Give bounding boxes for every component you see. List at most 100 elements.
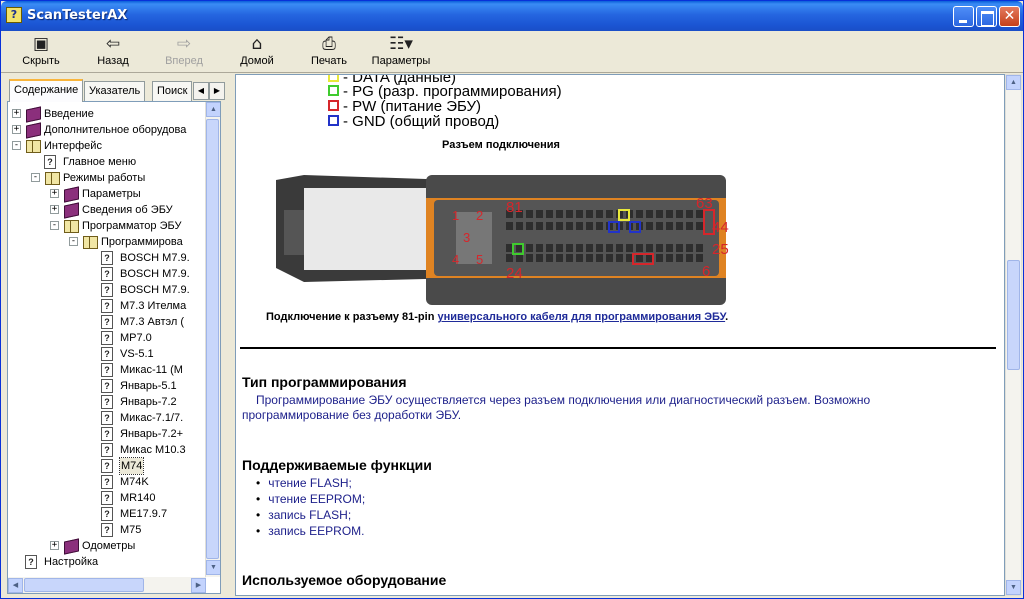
collapse-icon[interactable]: - [12, 141, 21, 150]
tree-item[interactable]: ? Микас-7.1/7. [8, 410, 204, 426]
close-button[interactable]: ✕ [999, 6, 1020, 27]
tree-item[interactable]: + Параметры [8, 186, 204, 202]
title-bar[interactable]: ? ScanTesterAX ✕ [1, 1, 1023, 31]
back-button[interactable]: ⇦ Назад [78, 33, 148, 71]
tab-search[interactable]: Поиск [152, 81, 193, 101]
tree-item[interactable]: - Программирова [8, 234, 204, 250]
tree-item[interactable]: + Одометры [8, 538, 204, 554]
expand-icon[interactable]: + [50, 541, 59, 550]
tree-horizontal-scrollbar[interactable]: ◀ ▶ [8, 577, 206, 593]
tree-item[interactable]: ? MP7.0 [8, 330, 204, 346]
hide-label: Скрыть [22, 55, 60, 67]
tree-item[interactable]: ? Главное меню [8, 154, 204, 170]
connector-caption: Подключение к разъему 81-pin универсальн… [266, 311, 728, 323]
forward-button[interactable]: ⇨ Вперед [149, 33, 219, 71]
pin-label: 4 [452, 252, 459, 267]
pin-socket [606, 254, 613, 262]
tree-item[interactable]: ? M75 [8, 522, 204, 538]
tab-scroll-arrows: ◀ ▶ [193, 82, 227, 100]
pin-socket [536, 222, 543, 230]
tree-item-label: Программирова [101, 236, 183, 248]
cable-link[interactable]: универсального кабеля для программирован… [437, 311, 725, 323]
scroll-down-icon[interactable]: ▼ [206, 560, 220, 575]
book-icon [63, 187, 79, 201]
collapse-icon[interactable]: - [50, 221, 59, 230]
pin-socket [586, 222, 593, 230]
tree-item[interactable]: ? M7.3 Автэл ( [8, 314, 204, 330]
scroll-down-icon[interactable]: ▼ [1006, 580, 1021, 595]
pin-socket [606, 210, 613, 218]
printer-icon: ⎙ [322, 34, 336, 54]
tree-item-label: M75 [120, 524, 142, 536]
help-page-icon: ? [101, 459, 113, 473]
tree-item[interactable]: - Режимы работы [8, 170, 204, 186]
tree-item[interactable]: ? VS-5.1 [8, 346, 204, 362]
list-item: запись FLASH; [256, 507, 365, 523]
pin-socket [636, 254, 643, 262]
scroll-up-icon[interactable]: ▲ [1006, 75, 1021, 90]
list-item: чтение EEPROM; [256, 491, 365, 507]
home-button[interactable]: ⌂ Домой [222, 33, 292, 71]
help-page-icon: ? [101, 427, 113, 441]
options-button[interactable]: ☷▾ Параметры [366, 33, 436, 71]
caption-end: . [725, 311, 729, 323]
pin-socket [556, 222, 563, 230]
options-label: Параметры [371, 55, 431, 67]
tree-item[interactable]: + Сведения об ЭБУ [8, 202, 204, 218]
tab-index[interactable]: Указатель [84, 81, 146, 101]
collapse-icon[interactable]: - [69, 237, 78, 246]
tree-hscroll-thumb[interactable] [24, 578, 144, 592]
open-book-icon [44, 171, 60, 185]
maximize-button[interactable] [976, 6, 997, 27]
tab-contents[interactable]: Содержание [9, 79, 84, 102]
pin-socket [676, 254, 683, 262]
scroll-up-icon[interactable]: ▲ [206, 102, 220, 117]
minimize-button[interactable] [953, 6, 974, 27]
tree-vertical-scrollbar[interactable]: ▲ ▼ [205, 102, 220, 577]
hide-button[interactable]: ▣ Скрыть [6, 33, 76, 71]
expand-icon[interactable]: + [12, 109, 21, 118]
close-icon: ✕ [1003, 8, 1016, 24]
tree-item[interactable]: ? Январь-5.1 [8, 378, 204, 394]
pin-socket [546, 244, 553, 252]
tab-scroll-right-icon[interactable]: ▶ [209, 82, 225, 100]
print-button[interactable]: ⎙ Печать [294, 33, 364, 71]
tree-item[interactable]: ? BOSCH M7.9. [8, 266, 204, 282]
scroll-right-icon[interactable]: ▶ [191, 578, 206, 593]
tree-item-label: VS-5.1 [120, 348, 154, 360]
tree-item[interactable]: ? BOSCH M7.9. [8, 250, 204, 266]
back-label: Назад [97, 55, 129, 67]
tree-item[interactable]: ? ME17.9.7 [8, 506, 204, 522]
legend-swatch [328, 100, 339, 111]
pin-socket [586, 244, 593, 252]
tree-item[interactable]: + Введение [8, 106, 204, 122]
tab-scroll-left-icon[interactable]: ◀ [193, 82, 209, 100]
tree-item-label: BOSCH M7.9. [120, 252, 190, 264]
tree-item[interactable]: ? BOSCH M7.9. [8, 282, 204, 298]
tree-item[interactable]: ? MR140 [8, 490, 204, 506]
tree-item[interactable]: ? Январь-7.2+ [8, 426, 204, 442]
tree-item[interactable]: + Дополнительное оборудова [8, 122, 204, 138]
tree-item[interactable]: ? Настройка [8, 554, 204, 570]
expand-icon[interactable]: + [50, 205, 59, 214]
tree-item[interactable]: ? M74K [8, 474, 204, 490]
expand-icon[interactable]: + [50, 189, 59, 198]
tree-item-label: Дополнительное оборудова [44, 124, 187, 136]
tree-scroll-thumb[interactable] [206, 119, 219, 559]
pin-socket [516, 254, 523, 262]
tree-item-label: Микас-11 (М [120, 364, 183, 376]
tree-item[interactable]: ? M74 [8, 457, 204, 475]
pin-socket [536, 254, 543, 262]
tree-item[interactable]: ? M7.3 Ителма [8, 298, 204, 314]
collapse-icon[interactable]: - [31, 173, 40, 182]
tree-item[interactable]: ? Микас-11 (М [8, 362, 204, 378]
help-page-icon: ? [101, 379, 113, 393]
tree-item[interactable]: ? Микас М10.3 [8, 442, 204, 458]
content-scroll-thumb[interactable] [1007, 260, 1020, 370]
tree-item[interactable]: ? Январь-7.2 [8, 394, 204, 410]
content-vertical-scrollbar[interactable]: ▲ ▼ [1005, 74, 1022, 596]
expand-icon[interactable]: + [12, 125, 21, 134]
tree-item[interactable]: - Интерфейс [8, 138, 204, 154]
scroll-left-icon[interactable]: ◀ [8, 578, 23, 593]
tree-item[interactable]: - Программатор ЭБУ [8, 218, 204, 234]
